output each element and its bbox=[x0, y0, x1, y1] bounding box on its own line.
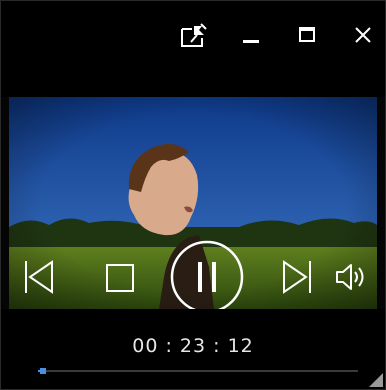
video-frame[interactable] bbox=[9, 97, 377, 309]
resize-grip-icon bbox=[369, 373, 383, 390]
maximize-icon bbox=[297, 25, 317, 45]
pin-icon bbox=[180, 22, 210, 48]
stop-icon bbox=[105, 263, 135, 293]
seek-track bbox=[38, 370, 358, 372]
seek-bar[interactable] bbox=[38, 364, 358, 378]
next-button[interactable] bbox=[277, 257, 317, 297]
minimize-icon bbox=[241, 25, 261, 45]
elapsed-time: 00 : 23 : 12 bbox=[132, 335, 254, 357]
next-icon bbox=[279, 257, 315, 297]
close-icon bbox=[353, 25, 373, 45]
previous-icon bbox=[21, 257, 57, 297]
pin-button[interactable] bbox=[177, 17, 213, 53]
control-bar: 00 : 23 : 12 bbox=[1, 309, 385, 389]
volume-icon bbox=[334, 260, 370, 294]
minimize-button[interactable] bbox=[233, 17, 269, 53]
maximize-button[interactable] bbox=[289, 17, 325, 53]
pause-icon bbox=[169, 239, 245, 309]
resize-grip[interactable] bbox=[369, 373, 383, 387]
previous-button[interactable] bbox=[19, 257, 59, 297]
close-button[interactable] bbox=[345, 17, 381, 53]
stop-button[interactable] bbox=[103, 261, 137, 295]
seek-handle[interactable] bbox=[39, 368, 46, 374]
volume-button[interactable] bbox=[333, 259, 371, 295]
pause-button[interactable] bbox=[169, 239, 245, 309]
title-bar[interactable] bbox=[1, 1, 385, 97]
media-player-window: 00 : 23 : 12 bbox=[0, 0, 386, 390]
